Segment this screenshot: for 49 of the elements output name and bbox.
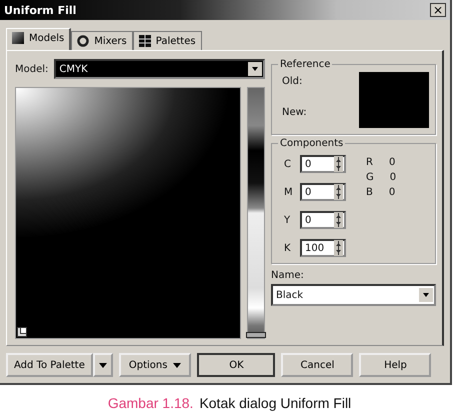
spin-field[interactable]: 0 bbox=[300, 183, 346, 201]
spin-arrows-icon[interactable] bbox=[334, 184, 343, 200]
options-button[interactable]: Options bbox=[118, 353, 192, 377]
tab[interactable]: Models bbox=[6, 28, 72, 50]
channel-label: B bbox=[366, 187, 373, 198]
new-label: New: bbox=[282, 107, 307, 118]
group-title: Components bbox=[279, 138, 344, 149]
channel-label: G bbox=[366, 172, 374, 183]
caption-number: Gambar 1.18. bbox=[108, 395, 194, 411]
channel-value: 0 bbox=[388, 187, 396, 198]
old-label: Old: bbox=[282, 76, 304, 87]
model-label: Model: bbox=[15, 64, 48, 74]
spin-field[interactable]: 100 bbox=[300, 239, 346, 257]
dialog-button[interactable]: Cancel bbox=[281, 353, 354, 377]
model-dropdown[interactable]: CMYK bbox=[54, 59, 265, 79]
component-label: M bbox=[284, 186, 292, 198]
spin-arrows-icon[interactable] bbox=[334, 156, 343, 172]
caret-icon bbox=[98, 362, 107, 368]
close-button[interactable]: × bbox=[430, 3, 446, 17]
name-dropdown[interactable]: Black bbox=[271, 284, 436, 306]
spin-field[interactable]: 0 bbox=[300, 155, 346, 173]
slider-thumb[interactable] bbox=[246, 332, 266, 338]
spin-arrows-icon[interactable] bbox=[334, 212, 343, 228]
caret-icon bbox=[173, 362, 182, 368]
channel-label: R bbox=[366, 157, 373, 168]
group-title: Reference bbox=[279, 59, 332, 70]
grid-icon bbox=[138, 35, 151, 47]
component-label: Y bbox=[284, 214, 292, 226]
dropdown-button[interactable] bbox=[92, 353, 113, 377]
color-field[interactable] bbox=[15, 87, 241, 339]
tab[interactable]: Mixers bbox=[71, 31, 133, 50]
corner-icon bbox=[17, 327, 27, 337]
ring-icon bbox=[77, 35, 90, 47]
hue-slider[interactable] bbox=[247, 87, 265, 339]
spin-arrows-icon[interactable] bbox=[334, 240, 343, 256]
add-to-palette-button[interactable]: Add To Palette bbox=[6, 353, 93, 377]
channel-value: 0 bbox=[390, 172, 396, 183]
ok-button[interactable]: OK bbox=[197, 353, 276, 377]
component-label: K bbox=[284, 242, 292, 254]
tab[interactable]: Palettes bbox=[132, 31, 202, 50]
color-swatch bbox=[359, 72, 429, 128]
name-label: Name: bbox=[271, 270, 305, 281]
caption-text: Kotak dialog Uniform Fill bbox=[199, 395, 352, 411]
component-label: C bbox=[284, 158, 292, 170]
spin-field[interactable]: 0 bbox=[300, 211, 346, 229]
square-icon bbox=[12, 32, 24, 44]
window-title: Uniform Fill bbox=[4, 4, 76, 16]
dialog-button[interactable]: Help bbox=[359, 353, 432, 377]
channel-value: 0 bbox=[388, 157, 396, 168]
